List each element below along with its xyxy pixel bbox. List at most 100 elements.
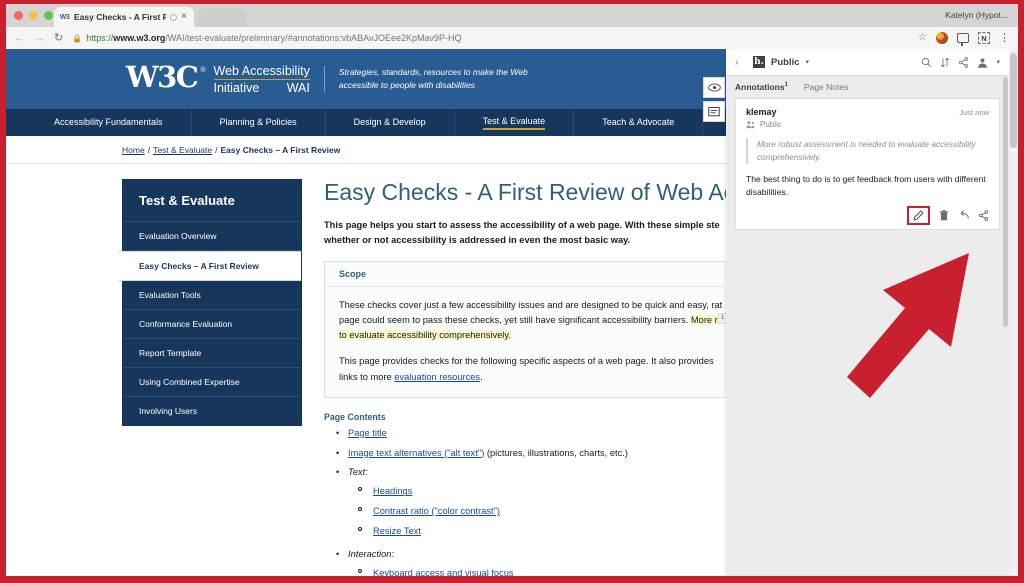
- tagline-line-2: accessible to people with disabilities: [338, 80, 475, 90]
- reload-button[interactable]: ↻: [54, 32, 63, 44]
- collapse-sidebar-icon[interactable]: ›: [735, 57, 747, 68]
- hypothesis-tabs: Annotations1 Page Notes: [726, 76, 1009, 98]
- reply-annotation-button[interactable]: [958, 210, 969, 220]
- sidebar-item-conformance-evaluation[interactable]: Conformance Evaluation: [123, 310, 301, 339]
- nav-label: Teach & Advocate: [602, 116, 675, 127]
- url-text: https://www.w3.org/WAI/test-evaluate/pre…: [86, 33, 461, 43]
- sidebar-item-evaluation-tools[interactable]: Evaluation Tools: [123, 281, 301, 310]
- share-icon[interactable]: [958, 56, 969, 68]
- back-button[interactable]: ←: [14, 32, 25, 44]
- search-icon[interactable]: [921, 57, 932, 68]
- nav-planning-policies[interactable]: Planning & Policies: [192, 109, 326, 136]
- trash-icon: [939, 209, 949, 221]
- sidebar-top-icons: ▾: [921, 56, 1000, 68]
- chevron-down-icon[interactable]: ▾: [806, 58, 810, 66]
- nav-label: Test & Evaluate: [482, 116, 546, 130]
- edit-annotation-button[interactable]: [907, 205, 930, 225]
- toc-link-contrast-ratio[interactable]: Contrast ratio ("color contrast"): [373, 506, 500, 516]
- w3c-wordmark: W3C: [126, 59, 199, 94]
- minimize-window-button[interactable]: [29, 11, 38, 20]
- sidebar-title: Test & Evaluate: [123, 180, 301, 222]
- sort-icon[interactable]: [940, 57, 950, 68]
- close-window-button[interactable]: [14, 11, 23, 20]
- bullet-icon: •: [336, 447, 340, 458]
- scope-p1-a: These checks cover just a few accessibil…: [339, 300, 723, 311]
- toc-link-page-title[interactable]: Page title: [348, 428, 387, 438]
- forward-button[interactable]: →: [34, 32, 45, 44]
- nav-test-evaluate[interactable]: Test & Evaluate: [455, 109, 575, 136]
- new-tab-button[interactable]: [198, 9, 246, 27]
- hypothesis-sidebar: › h. Public ▾ ▾ Annotations1 Page Notes …: [726, 49, 1009, 576]
- share-annotation-button[interactable]: [978, 210, 989, 221]
- delete-annotation-button[interactable]: [939, 209, 949, 221]
- bookmark-star-icon[interactable]: ☆: [918, 33, 927, 43]
- reply-arrow-icon: [960, 210, 969, 219]
- breadcrumb-current: Easy Checks – A First Review: [220, 144, 341, 155]
- section-sidebar-nav: Test & Evaluate Evaluation Overview Easy…: [118, 179, 302, 426]
- toc-link-resize-text[interactable]: Resize Text: [373, 526, 421, 536]
- sidebar-item-involving-users[interactable]: Involving Users: [123, 397, 301, 425]
- annotation-privacy-label: Public: [760, 120, 782, 129]
- extension-screen-icon[interactable]: [957, 33, 969, 46]
- sidebar-item-report-template[interactable]: Report Template: [123, 339, 301, 368]
- sub-bullet-icon: [358, 569, 362, 574]
- sub-bullet-icon: [358, 507, 362, 512]
- tab-page-notes[interactable]: Page Notes: [804, 82, 848, 92]
- annotated-highlight-b[interactable]: to evaluate accessibility comprehensivel…: [339, 330, 511, 341]
- page-scrollbar-thumb[interactable]: [1010, 53, 1017, 148]
- scope-p2-c: .: [480, 371, 483, 382]
- toc-link-headings[interactable]: Headings: [373, 486, 412, 496]
- profile-name-label[interactable]: Katelyn (Hypot...: [945, 10, 1008, 20]
- sidebar-scrollbar[interactable]: [1003, 77, 1008, 569]
- highlight-toggle-icon[interactable]: [703, 77, 725, 98]
- account-chevron-down-icon[interactable]: ▾: [996, 58, 1000, 66]
- pencil-icon: [913, 210, 924, 221]
- browser-menu-icon[interactable]: ⋮: [999, 32, 1010, 44]
- scope-p1-b: page could seem to pass these checks, ye…: [339, 315, 691, 326]
- tab-annotations[interactable]: Annotations1: [735, 82, 788, 92]
- breadcrumb-section-link[interactable]: Test & Evaluate: [153, 145, 212, 155]
- group-selector-label[interactable]: Public: [771, 57, 800, 68]
- extension-colorful-icon[interactable]: [936, 32, 948, 44]
- sub-bullet-icon: [358, 487, 362, 492]
- tab-annotations-count: 1: [784, 82, 788, 89]
- tab-favicon-icon: W3: [59, 11, 70, 23]
- new-note-icon[interactable]: [703, 101, 725, 122]
- nav-teach-advocate[interactable]: Teach & Advocate: [574, 109, 704, 136]
- address-bar[interactable]: 🔒 https://www.w3.org/WAI/test-evaluate/p…: [72, 31, 909, 46]
- toc-link-keyboard-access[interactable]: Keyboard access and visual focus: [373, 568, 514, 576]
- tab-strip: W3 Easy Checks - A First Review × Kately…: [6, 4, 1018, 27]
- scope-p2-a: This page provides checks for the follow…: [339, 356, 714, 367]
- site-tagline: Strategies, standards, resources to make…: [323, 65, 528, 93]
- omnibox-toolbar: ← → ↻ 🔒 https://www.w3.org/WAI/test-eval…: [6, 27, 1018, 49]
- wai-line-2: Initiative: [213, 80, 260, 95]
- eye-icon: [707, 83, 721, 92]
- nav-accessibility-fundamentals[interactable]: Accessibility Fundamentals: [26, 109, 192, 136]
- annotation-privacy: Public: [746, 120, 989, 129]
- nav-label: Planning & Policies: [219, 116, 297, 127]
- browser-tab[interactable]: W3 Easy Checks - A First Review ×: [54, 7, 194, 27]
- sidebar-item-easy-checks[interactable]: Easy Checks – A First Review: [118, 251, 301, 281]
- annotation-card-header: klemay Just now: [746, 107, 989, 117]
- annotated-highlight-a[interactable]: More r: [690, 315, 718, 326]
- page-scrollbar[interactable]: [1009, 49, 1018, 576]
- tab-close-icon[interactable]: ×: [181, 12, 189, 22]
- annotation-card[interactable]: klemay Just now Public More robust asses…: [735, 98, 1000, 230]
- evaluation-resources-link[interactable]: evaluation resources: [394, 372, 480, 382]
- sidebar-item-using-combined-expertise[interactable]: Using Combined Expertise: [123, 368, 301, 397]
- sidebar-item-evaluation-overview[interactable]: Evaluation Overview: [123, 222, 301, 251]
- nav-design-develop[interactable]: Design & Develop: [326, 109, 455, 136]
- annotation-timestamp: Just now: [959, 108, 989, 117]
- breadcrumb-home-link[interactable]: Home: [122, 145, 145, 155]
- scope-p2-b: links to more: [339, 371, 395, 382]
- window-controls[interactable]: [14, 11, 53, 20]
- account-icon[interactable]: [977, 57, 988, 68]
- wai-line-1: Web Accessibility: [213, 63, 310, 78]
- w3c-wai-logo[interactable]: W3C ® Web Accessibility Initiative WAI: [126, 59, 310, 95]
- toc-link-image-alt-text[interactable]: Image text alternatives ("alt text"): [348, 448, 484, 458]
- annotation-author[interactable]: klemay: [746, 107, 777, 117]
- sidebar-scrollbar-thumb[interactable]: [1003, 77, 1008, 327]
- hypothesis-extension-icon[interactable]: N: [978, 32, 990, 44]
- maximize-window-button[interactable]: [44, 11, 53, 20]
- hypothesis-topbar: › h. Public ▾ ▾: [726, 49, 1009, 76]
